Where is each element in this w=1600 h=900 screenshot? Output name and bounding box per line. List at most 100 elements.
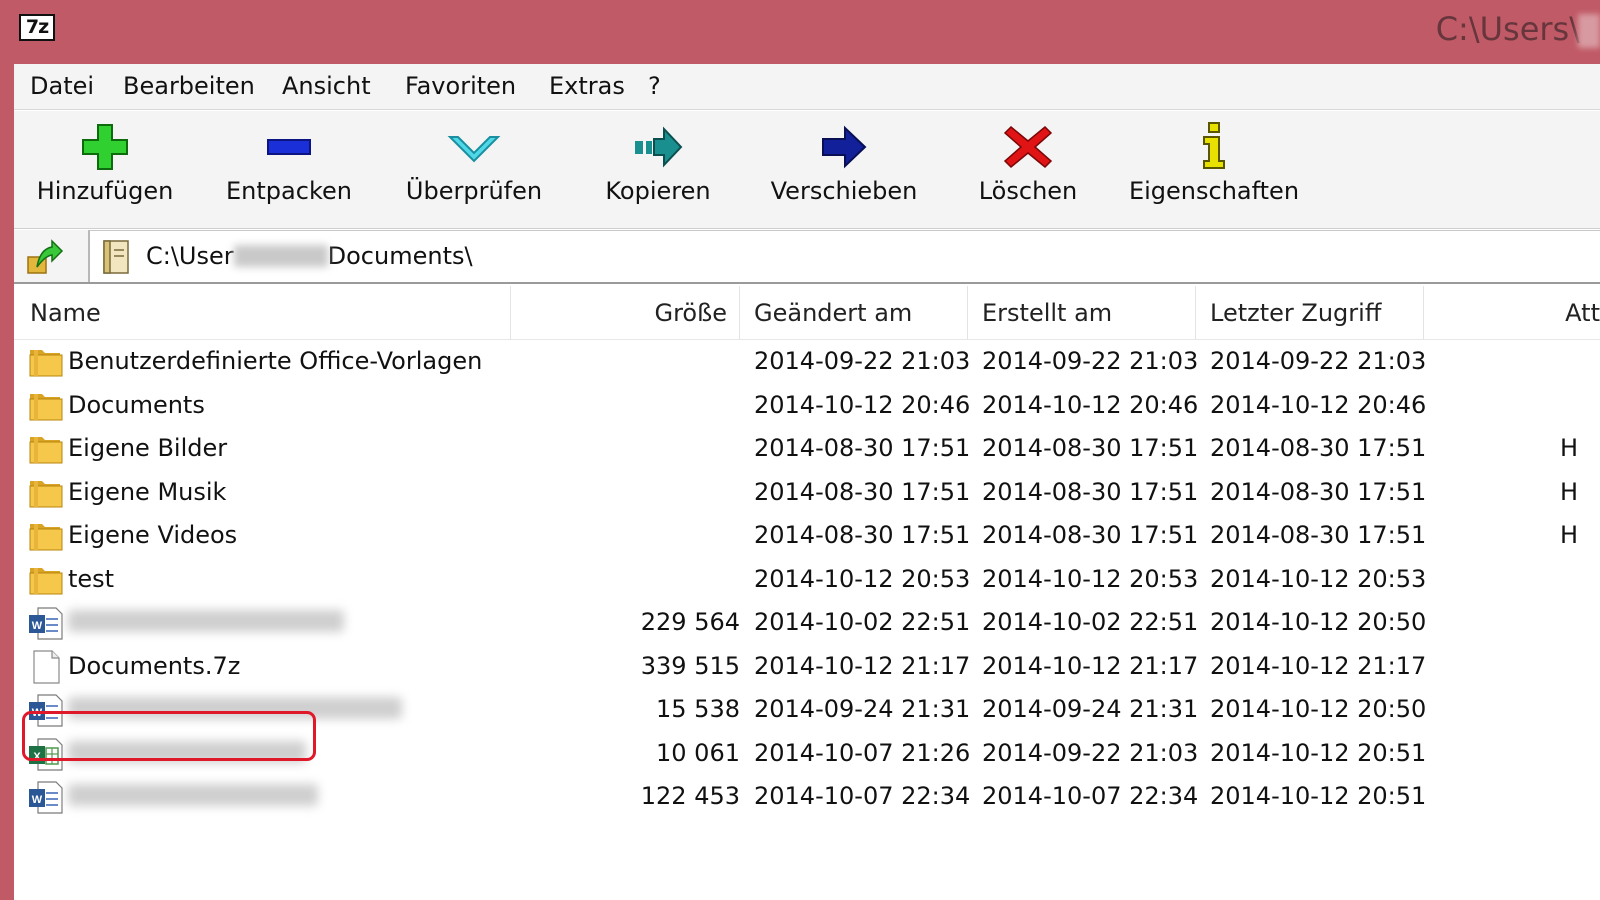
menu-help[interactable]: ? [648, 72, 661, 100]
file-row[interactable]: Eigene Bilder 2014-08-30 17:51 2014-08-30 … [14, 427, 1600, 471]
file-row[interactable]: Eigene Videos 2014-08-30 17:51 2014-08-30 … [14, 514, 1600, 558]
add-icon [82, 124, 128, 170]
delete-button[interactable]: Löschen [952, 111, 1104, 227]
file-row[interactable]: X 10 061 2014-10-07 21:26 2014-09-22 21:03 2… [14, 732, 1600, 776]
file-row[interactable]: Documents 2014-10-12 20:46 2014-10-12 20:4… [14, 384, 1600, 428]
app-logo-icon: 7z [19, 14, 55, 41]
copy-button[interactable]: Kopieren [580, 111, 736, 227]
address-bar: C:\User Documents\ [14, 230, 1600, 284]
file-accessed: 2014-08-30 17:51 [1210, 434, 1427, 462]
file-accessed: 2014-10-12 21:17 [1210, 651, 1427, 680]
file-created: 2014-09-24 21:31 [982, 695, 1199, 723]
test-icon [447, 136, 501, 163]
menu-datei[interactable]: Datei [30, 72, 94, 100]
file-icon [28, 649, 64, 685]
file-accessed: 2014-09-22 21:03 [1210, 347, 1427, 375]
column-header-modified[interactable]: Geändert am [740, 286, 968, 340]
file-name: Benutzerdefinierte Office-Vorlagen [68, 347, 483, 375]
file-accessed: 2014-10-12 20:50 [1210, 695, 1427, 723]
file-name: Documents.7z [68, 651, 241, 680]
file-name: Eigene Musik [68, 477, 227, 506]
test-button[interactable]: Überprüfen [390, 111, 558, 227]
column-header-attributes[interactable]: Att [1424, 286, 1600, 340]
file-modified: 2014-10-12 20:46 [754, 390, 971, 419]
svg-text:W: W [32, 620, 43, 632]
menu-bar: Datei Bearbeiten Ansicht Favoriten Extra… [14, 64, 1600, 110]
path-field[interactable]: C:\User Documents\ [88, 230, 1600, 282]
file-created: 2014-10-07 22:34 [982, 782, 1199, 810]
file-name: Eigene Videos [68, 521, 238, 549]
file-list: Benutzerdefinierte Office-Vorlagen 2014-0… [14, 340, 1600, 819]
file-row[interactable]: Eigene Musik 2014-08-30 17:51 2014-08-30 1… [14, 471, 1600, 515]
column-header-accessed[interactable]: Letzter Zugriff [1196, 286, 1424, 340]
extract-button[interactable]: Entpacken [208, 111, 370, 227]
file-modified: 2014-10-12 21:17 [754, 651, 971, 680]
file-name-blurred [68, 782, 318, 810]
delete-icon [1003, 125, 1053, 169]
file-name: Eigene Bilder [68, 434, 228, 462]
column-header-size[interactable]: Größe [511, 286, 740, 340]
column-header-created[interactable]: Erstellt am [968, 286, 1196, 340]
list-header: Name Größe Geändert am Erstellt am Letzt… [14, 286, 1600, 340]
file-row[interactable]: Documents.7z 339 515 2014-10-12 21:17 2014-… [14, 645, 1600, 689]
file-created: 2014-09-22 21:03 [982, 347, 1199, 375]
folder-icon [28, 344, 64, 380]
file-size: 122 453 [640, 782, 740, 810]
toolbar: Hinzufügen Entpacken Überprüfen Kopieren [14, 111, 1600, 229]
svg-text:W: W [32, 794, 43, 806]
svg-text:W: W [32, 707, 43, 719]
file-size: 339 515 [640, 651, 740, 680]
file-name-blurred [68, 739, 306, 767]
file-accessed: 2014-10-12 20:46 [1210, 390, 1427, 419]
file-modified: 2014-08-30 17:51 [754, 477, 971, 506]
add-button[interactable]: Hinzufügen [24, 111, 186, 227]
menu-bearbeiten[interactable]: Bearbeiten [123, 72, 255, 100]
folder-icon [28, 475, 64, 511]
file-accessed: 2014-10-12 20:53 [1210, 564, 1427, 593]
column-header-name[interactable]: Name [14, 286, 511, 340]
file-name-blurred [68, 695, 402, 723]
file-created: 2014-10-12 20:53 [982, 564, 1199, 593]
properties-button[interactable]: Eigenschaften [1122, 111, 1306, 227]
copy-icon [635, 126, 683, 168]
extract-icon [267, 139, 311, 155]
file-modified: 2014-09-24 21:31 [754, 695, 971, 723]
folder-up-icon[interactable] [24, 237, 64, 277]
file-created: 2014-09-22 21:03 [982, 738, 1199, 767]
archive-book-icon [103, 240, 129, 274]
menu-favoriten[interactable]: Favoriten [405, 72, 516, 100]
title-bar[interactable]: 7z C:\Users\ [0, 0, 1600, 64]
move-button[interactable]: Verschieben [762, 111, 926, 227]
move-icon [822, 125, 867, 169]
word-document-icon: W [28, 779, 64, 815]
file-size: 15 538 [656, 695, 740, 723]
file-created: 2014-08-30 17:51 [982, 434, 1199, 462]
svg-text:X: X [33, 751, 41, 763]
file-modified: 2014-10-07 21:26 [754, 738, 971, 767]
file-modified: 2014-10-02 22:51 [754, 608, 971, 636]
file-created: 2014-10-02 22:51 [982, 608, 1199, 636]
file-attributes: H [1560, 521, 1579, 549]
file-row[interactable]: W 122 453 2014-10-07 22:34 2014-10-07 22:34… [14, 775, 1600, 819]
window-title: C:\Users\ [1435, 10, 1580, 48]
menu-ansicht[interactable]: Ansicht [282, 72, 371, 100]
file-size: 10 061 [656, 738, 740, 767]
file-row[interactable]: test 2014-10-12 20:53 2014-10-12 20:53 2014… [14, 558, 1600, 602]
file-accessed: 2014-08-30 17:51 [1210, 477, 1427, 506]
file-created: 2014-08-30 17:51 [982, 477, 1199, 506]
word-document-icon: W [28, 605, 64, 641]
file-modified: 2014-08-30 17:51 [754, 434, 971, 462]
file-row[interactable]: Benutzerdefinierte Office-Vorlagen 2014-0… [14, 340, 1600, 384]
file-row[interactable]: W 229 564 2014-10-02 22:51 2014-10-02 22:51… [14, 601, 1600, 645]
file-modified: 2014-10-07 22:34 [754, 782, 971, 810]
word-document-icon: W [28, 692, 64, 728]
file-accessed: 2014-10-12 20:51 [1210, 738, 1427, 767]
path-text: C:\User Documents\ [146, 242, 473, 270]
folder-icon [28, 431, 64, 467]
file-attributes: H [1560, 477, 1579, 506]
file-created: 2014-08-30 17:51 [982, 521, 1199, 549]
file-row[interactable]: W 15 538 2014-09-24 21:31 2014-09-24 21:31 2… [14, 688, 1600, 732]
menu-extras[interactable]: Extras [549, 72, 625, 100]
file-attributes: H [1560, 434, 1579, 462]
file-created: 2014-10-12 20:46 [982, 390, 1199, 419]
